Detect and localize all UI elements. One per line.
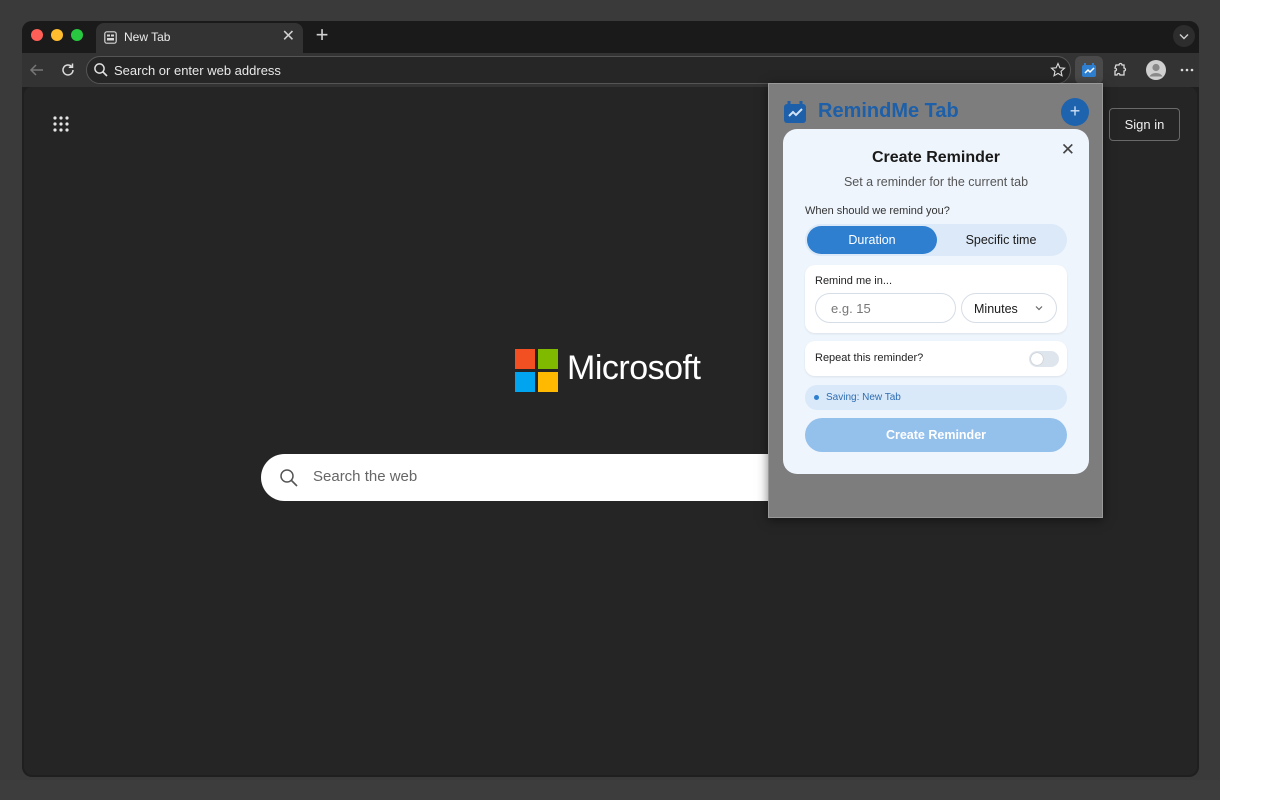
chevron-down-icon: [1035, 306, 1043, 311]
repeat-toggle[interactable]: [1029, 351, 1059, 367]
remindme-extension-button[interactable]: [1075, 56, 1103, 84]
new-tab-page-icon: [104, 31, 117, 44]
duration-amount-input[interactable]: [815, 293, 956, 323]
create-reminder-dialog: ✕ Create Reminder Set a reminder for the…: [783, 129, 1089, 474]
toggle-knob: [1031, 353, 1043, 365]
dialog-subtitle: Set a reminder for the current tab: [843, 175, 1029, 189]
chevron-down-icon: [1179, 34, 1189, 40]
window-maximize-button[interactable]: [71, 29, 83, 41]
saving-text: Saving: New Tab: [826, 392, 901, 403]
microsoft-logo: [515, 349, 558, 392]
desktop-right-edge: [1220, 0, 1280, 800]
apps-grid-icon[interactable]: [52, 115, 70, 133]
browser-toolbar: Search or enter web address: [22, 53, 1199, 87]
tab-title: New Tab: [124, 30, 171, 44]
saving-status: Saving: New Tab: [805, 385, 1067, 410]
remindme-logo-icon: [784, 101, 806, 123]
tab-bar: New Tab ✕ +: [22, 21, 1199, 53]
search-icon: [94, 63, 108, 77]
reload-icon[interactable]: [59, 61, 77, 79]
sign-in-button[interactable]: Sign in: [1109, 108, 1180, 141]
tab-duration[interactable]: Duration: [807, 226, 937, 254]
status-dot: [814, 395, 819, 400]
create-reminder-button[interactable]: Create Reminder: [805, 418, 1067, 452]
tab-new-tab[interactable]: New Tab ✕: [96, 23, 303, 53]
duration-unit-select[interactable]: Minutes: [961, 293, 1057, 323]
window-minimize-button[interactable]: [51, 29, 63, 41]
tab-list-button[interactable]: [1173, 25, 1195, 47]
star-icon[interactable]: [1050, 62, 1066, 78]
remindme-logo-icon: [1082, 63, 1096, 77]
web-search-placeholder: Search the web: [313, 468, 418, 485]
new-tab-button[interactable]: +: [311, 24, 333, 46]
remind-me-in-label: Remind me in...: [815, 275, 893, 287]
when-label: When should we remind you?: [805, 205, 950, 217]
microsoft-wordmark: Microsoft: [567, 349, 701, 387]
more-options-icon[interactable]: [1178, 61, 1196, 79]
back-arrow-icon[interactable]: [28, 61, 46, 79]
extensions-puzzle-icon[interactable]: [1111, 61, 1129, 79]
repeat-label: Repeat this reminder?: [815, 352, 924, 364]
desktop-bottom-edge: [0, 780, 1220, 800]
tab-close-icon[interactable]: ✕: [282, 29, 295, 45]
address-bar-placeholder: Search or enter web address: [114, 63, 281, 78]
duration-card: Remind me in... Minutes: [805, 265, 1067, 333]
duration-unit-value: Minutes: [974, 302, 1018, 316]
add-reminder-button[interactable]: +: [1061, 98, 1089, 126]
reminder-mode-toggle: Duration Specific time: [805, 224, 1067, 256]
tab-specific-time[interactable]: Specific time: [937, 226, 1065, 254]
address-bar[interactable]: Search or enter web address: [86, 56, 1071, 84]
remindme-popup: RemindMe Tab + ✕ Create Reminder Set a r…: [768, 83, 1103, 518]
repeat-card: Repeat this reminder?: [805, 341, 1067, 376]
dialog-title: Create Reminder: [871, 149, 1001, 166]
web-search-box[interactable]: Search the web: [261, 454, 801, 501]
window-close-button[interactable]: [31, 29, 43, 41]
extension-title: RemindMe Tab: [818, 100, 959, 122]
profile-avatar-icon[interactable]: [1145, 59, 1167, 81]
search-icon: [280, 469, 298, 487]
